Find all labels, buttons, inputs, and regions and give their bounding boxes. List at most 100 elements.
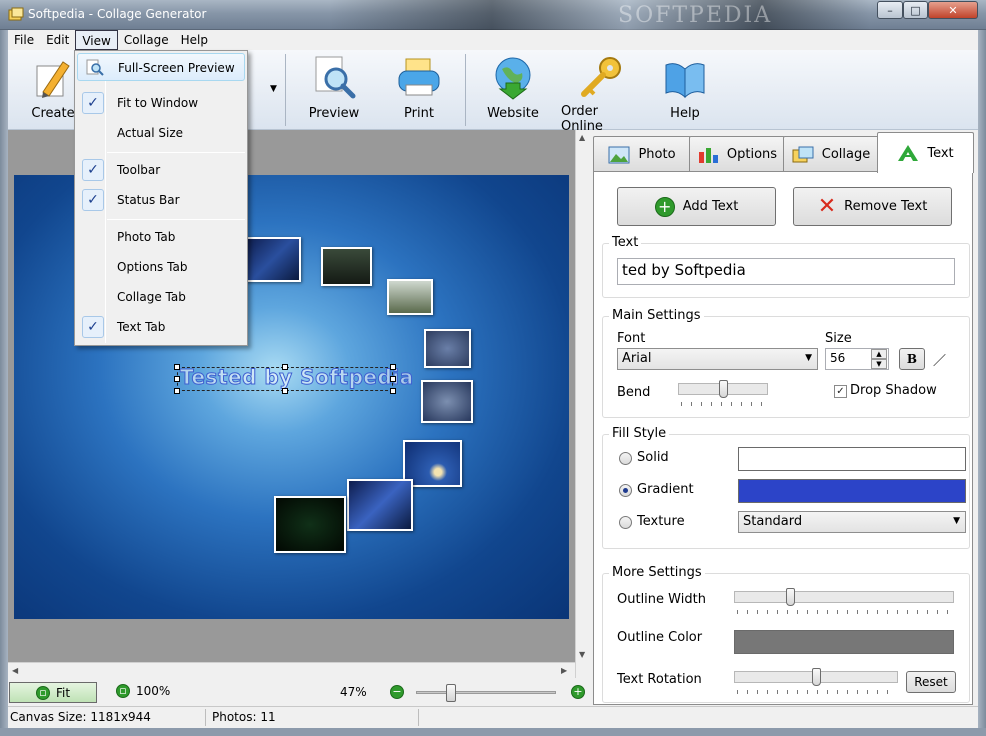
menu-item-full-screen-preview[interactable]: Full-Screen Preview xyxy=(77,53,245,81)
print-label: Print xyxy=(404,106,434,121)
font-select[interactable]: Arial ▼ xyxy=(617,348,818,370)
tab-collage[interactable]: Collage xyxy=(783,136,879,172)
outline-width-slider[interactable] xyxy=(734,588,954,606)
menu-item-fit-to-window[interactable]: ✓ Fit to Window xyxy=(77,89,245,117)
check-icon: ✓ xyxy=(82,316,104,338)
order-online-button[interactable]: Order Online xyxy=(561,54,641,134)
title-bar-background xyxy=(330,0,870,30)
collage-photo[interactable] xyxy=(424,329,471,368)
resize-handle[interactable] xyxy=(174,364,180,370)
menu-item-label: Options Tab xyxy=(117,260,188,274)
menu-item-collage-tab[interactable]: Collage Tab xyxy=(77,283,245,311)
menu-item-label: Collage Tab xyxy=(117,290,186,304)
resize-handle[interactable] xyxy=(390,388,396,394)
resize-handle[interactable] xyxy=(282,388,288,394)
text-rotation-ticks xyxy=(737,690,897,694)
add-text-button[interactable]: + Add Text xyxy=(617,187,776,226)
softpedia-watermark: SOFTPEDIA xyxy=(618,3,773,28)
menu-item-text-tab[interactable]: ✓ Text Tab xyxy=(77,313,245,341)
fit-button[interactable]: ▫ Fit xyxy=(9,682,97,703)
collage-photo[interactable] xyxy=(421,380,473,423)
menu-item-options-tab[interactable]: Options Tab xyxy=(77,253,245,281)
canvas-size-status: Canvas Size: 1181x944 xyxy=(10,710,151,724)
text-rotation-label: Text Rotation xyxy=(617,672,702,687)
menu-item-photo-tab[interactable]: Photo Tab xyxy=(77,223,245,251)
zoom-slider-thumb[interactable] xyxy=(446,684,456,702)
menu-view[interactable]: View xyxy=(75,30,118,50)
resize-handle[interactable] xyxy=(390,364,396,370)
menu-collage[interactable]: Collage xyxy=(118,30,175,50)
bend-slider-thumb[interactable] xyxy=(719,380,728,398)
solid-color-swatch[interactable] xyxy=(738,447,966,471)
outline-color-swatch[interactable] xyxy=(734,630,954,654)
resize-handle[interactable] xyxy=(174,388,180,394)
collage-photo[interactable] xyxy=(387,279,433,315)
minimize-button[interactable]: – xyxy=(877,1,903,19)
resize-handle[interactable] xyxy=(282,364,288,370)
preview-button[interactable]: Preview xyxy=(306,54,362,126)
zoom-out-icon[interactable]: − xyxy=(390,685,404,699)
scroll-up-icon[interactable]: ▲ xyxy=(579,133,585,142)
window-title: Softpedia - Collage Generator xyxy=(28,7,207,21)
menu-item-actual-size[interactable]: Actual Size xyxy=(77,119,245,147)
menu-item-status-bar[interactable]: ✓ Status Bar xyxy=(77,186,245,214)
toolbar-dropdown-arrow[interactable]: ▼ xyxy=(270,84,277,94)
collage-photo[interactable] xyxy=(321,247,372,286)
gradient-color-swatch[interactable] xyxy=(738,479,966,503)
fit-label: Fit xyxy=(55,685,71,700)
maximize-button[interactable]: □ xyxy=(903,1,928,19)
main-settings-title: Main Settings xyxy=(609,308,704,323)
chevron-down-icon: ▼ xyxy=(805,353,812,363)
drop-shadow-checkbox[interactable]: ✓ xyxy=(834,385,847,398)
outline-width-slider-thumb[interactable] xyxy=(786,588,795,606)
menu-file[interactable]: File xyxy=(8,30,40,50)
step-down-icon[interactable]: ▼ xyxy=(871,359,887,369)
text-input[interactable]: ted by Softpedia xyxy=(617,258,955,285)
texture-select[interactable]: Standard ▼ xyxy=(738,511,966,533)
menu-edit[interactable]: Edit xyxy=(40,30,75,50)
create-button[interactable]: Create xyxy=(28,54,78,126)
help-button[interactable]: Help xyxy=(660,54,710,126)
scroll-right-icon[interactable]: ▶ xyxy=(561,666,567,675)
close-button[interactable]: ✕ xyxy=(928,1,978,19)
size-stepper[interactable]: 56 ▲ ▼ xyxy=(825,348,889,370)
italic-pen-icon[interactable]: ／ xyxy=(933,350,946,369)
collage-icon xyxy=(792,146,814,162)
zoom-slider[interactable] xyxy=(416,684,556,702)
reset-button[interactable]: Reset xyxy=(906,671,956,693)
menu-help[interactable]: Help xyxy=(175,30,214,50)
zoom-in-icon[interactable]: + xyxy=(571,685,585,699)
text-rotation-slider[interactable] xyxy=(734,668,898,686)
remove-text-button[interactable]: ✕ Remove Text xyxy=(793,187,952,226)
scroll-down-icon[interactable]: ▼ xyxy=(579,650,585,659)
tab-collage-label: Collage xyxy=(821,147,871,162)
print-button[interactable]: Print xyxy=(394,54,444,126)
gradient-radio[interactable] xyxy=(619,484,632,497)
collage-photo[interactable] xyxy=(274,496,346,553)
remove-text-label: Remove Text xyxy=(844,199,928,214)
menu-separator xyxy=(107,219,245,220)
status-bar: Canvas Size: 1181x944 Photos: 11 xyxy=(8,706,978,728)
bend-slider[interactable] xyxy=(678,380,768,398)
texture-radio[interactable] xyxy=(619,516,632,529)
horizontal-scrollbar[interactable]: ◀ ▶ xyxy=(8,662,575,678)
solid-radio[interactable] xyxy=(619,452,632,465)
tab-options[interactable]: Options xyxy=(689,136,785,172)
collage-photo[interactable] xyxy=(244,237,301,282)
website-button[interactable]: Website xyxy=(486,54,540,126)
resize-handle[interactable] xyxy=(390,376,396,382)
tab-text[interactable]: Text xyxy=(877,132,974,173)
text-rotation-slider-thumb[interactable] xyxy=(812,668,821,686)
menu-item-toolbar[interactable]: ✓ Toolbar xyxy=(77,156,245,184)
scroll-left-icon[interactable]: ◀ xyxy=(12,666,18,675)
resize-handle[interactable] xyxy=(174,376,180,382)
vertical-scrollbar[interactable]: ▲ ▼ xyxy=(575,130,591,678)
collage-photo[interactable] xyxy=(347,479,413,531)
step-up-icon[interactable]: ▲ xyxy=(871,349,887,359)
bold-button[interactable]: B xyxy=(899,348,925,370)
tab-photo[interactable]: Photo xyxy=(593,136,691,172)
text-selection-box[interactable] xyxy=(174,364,396,394)
actual-size-button[interactable]: ▫ 100% xyxy=(116,684,170,698)
check-icon: ✓ xyxy=(82,189,104,211)
font-label: Font xyxy=(617,331,646,346)
